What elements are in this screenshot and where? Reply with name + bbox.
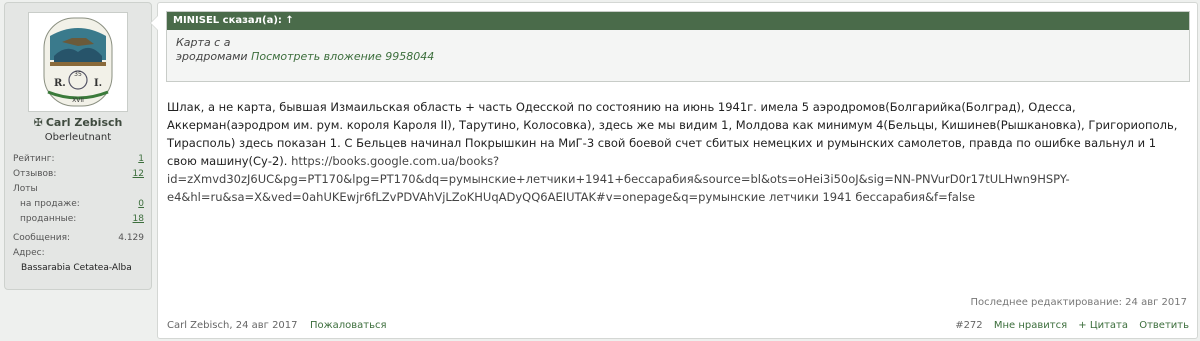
last-edited: Последнее редактирование: 24 авг 2017 xyxy=(970,297,1187,308)
post-actions: #272 Мне нравится + Цитата Ответить xyxy=(947,320,1189,331)
quote-line-1: Карта с а xyxy=(176,36,231,49)
stat-address: Адрес: xyxy=(13,246,144,261)
username[interactable]: ✠ Carl Zebisch xyxy=(5,116,151,129)
stat-rating-value[interactable]: 1 xyxy=(138,152,144,167)
stat-address-value: Bassarabia Cetatea-Alba xyxy=(21,263,132,273)
stat-on-sale-value[interactable]: 0 xyxy=(138,197,144,212)
quote-header[interactable]: MINISEL сказал(а): ↑ xyxy=(167,12,1189,30)
stat-messages: Сообщения: 4.129 xyxy=(13,231,144,246)
stat-reviews: Отзывов: 12 xyxy=(13,167,144,182)
stat-on-sale-label: на продаже: xyxy=(20,199,80,209)
stat-address-label: Адрес: xyxy=(13,248,45,258)
post-number[interactable]: #272 xyxy=(955,320,982,331)
like-button[interactable]: Мне нравится xyxy=(994,320,1067,331)
stat-messages-label: Сообщения: xyxy=(13,233,71,243)
books-url-link[interactable]: https://books.google.com.ua/books?id=zXm… xyxy=(167,154,1070,204)
avatar[interactable]: 35 R. I. XVII xyxy=(28,12,128,112)
username-text[interactable]: Carl Zebisch xyxy=(46,116,123,129)
svg-text:R.: R. xyxy=(54,78,66,89)
reply-button[interactable]: Ответить xyxy=(1139,320,1189,331)
quote-button[interactable]: + Цитата xyxy=(1078,320,1128,331)
stat-sold: проданные: 18 xyxy=(13,212,144,227)
user-title: Oberleutnant xyxy=(44,132,112,143)
cross-icon: ✠ xyxy=(33,116,43,129)
stat-rating: Рейтинг: 1 xyxy=(13,152,144,167)
stat-lots: Лоты xyxy=(13,182,144,197)
stat-lots-label: Лоты xyxy=(13,184,38,194)
svg-text:XVII: XVII xyxy=(72,97,84,104)
user-stats: Рейтинг: 1 Отзывов: 12 Лоты на продаже: … xyxy=(13,152,144,276)
stat-reviews-label: Отзывов: xyxy=(13,169,57,179)
stat-rating-label: Рейтинг: xyxy=(13,154,55,164)
stat-messages-value: 4.129 xyxy=(118,233,144,243)
stat-sold-value[interactable]: 18 xyxy=(133,212,144,227)
report-link[interactable]: Пожаловаться xyxy=(310,320,387,331)
message-content: MINISEL сказал(а): ↑ Карта с а эродромам… xyxy=(150,2,1198,339)
quote-line-2: эродромами Посмотреть вложение 9958044 xyxy=(176,50,1189,64)
quote-block: MINISEL сказал(а): ↑ Карта с а эродромам… xyxy=(166,11,1190,82)
stat-reviews-value[interactable]: 12 xyxy=(133,167,144,182)
message-arrow xyxy=(150,15,158,31)
message-footer: Carl Zebisch, 24 авг 2017 Пожаловаться #… xyxy=(167,320,1189,334)
post-body: Шлак, а не карта, бывшая Измаильская обл… xyxy=(167,98,1189,206)
stat-sold-label: проданные: xyxy=(20,214,77,224)
user-info-panel: 35 R. I. XVII ✠ Carl Zebisch Oberleutnant… xyxy=(4,2,152,290)
post-author-date[interactable]: Carl Zebisch, 24 авг 2017 xyxy=(167,320,298,331)
quote-line-2-text: эродромами xyxy=(176,50,248,63)
quote-body: Карта с а эродромами Посмотреть вложение… xyxy=(167,30,1189,81)
svg-text:35: 35 xyxy=(74,71,82,78)
stat-on-sale: на продаже: 0 xyxy=(13,197,144,212)
regiment-emblem-icon: 35 R. I. XVII xyxy=(32,16,124,108)
svg-text:I.: I. xyxy=(94,78,102,89)
attachment-link[interactable]: Посмотреть вложение 9958044 xyxy=(251,50,434,63)
